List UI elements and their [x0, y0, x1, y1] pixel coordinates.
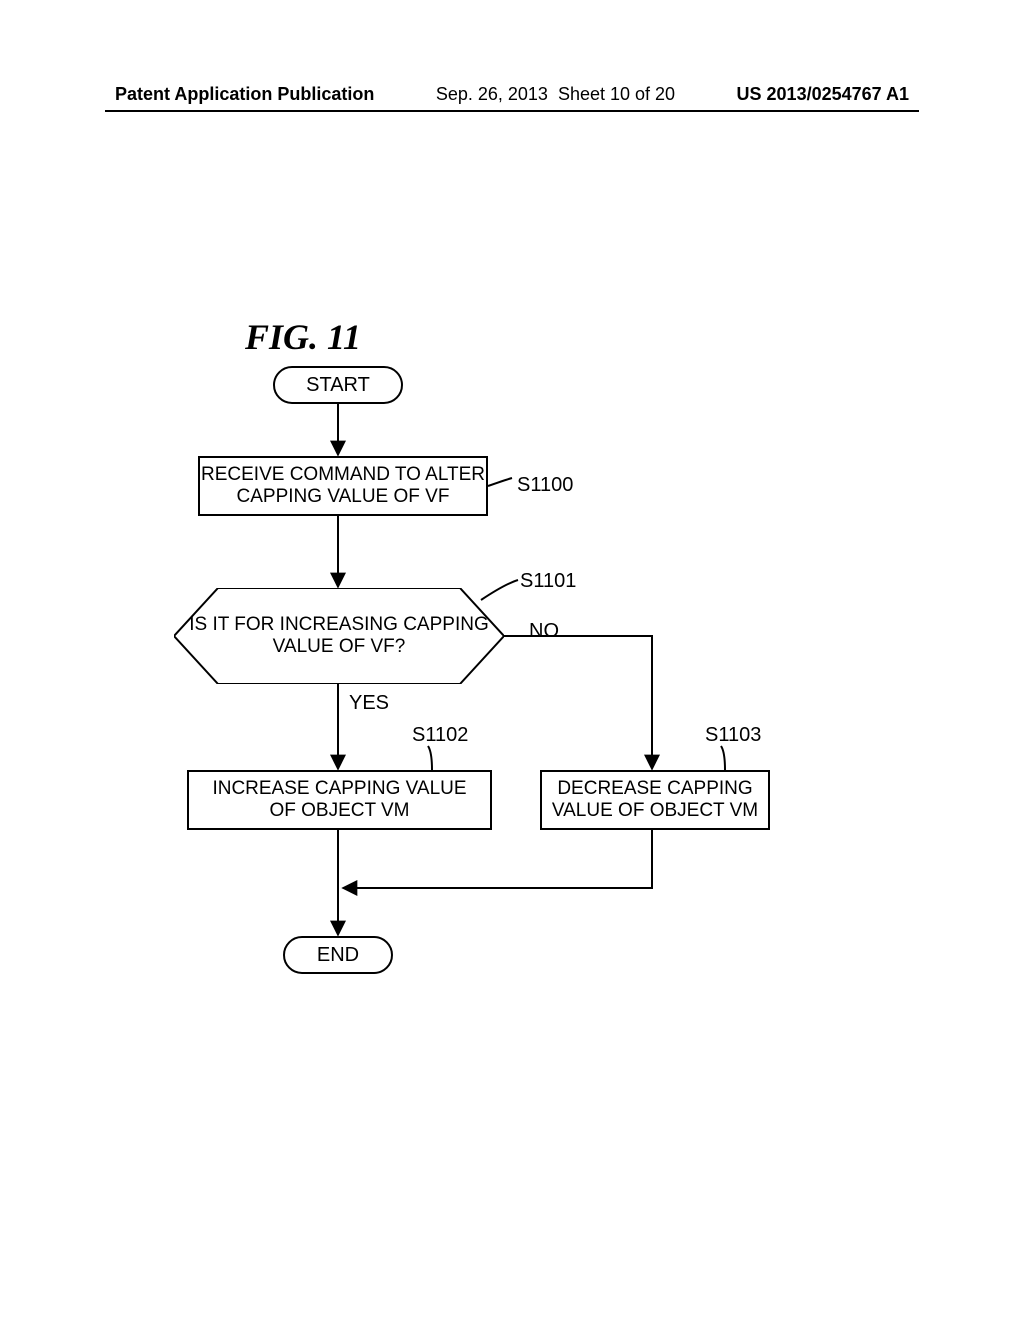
flow-connectors — [0, 0, 1024, 1320]
